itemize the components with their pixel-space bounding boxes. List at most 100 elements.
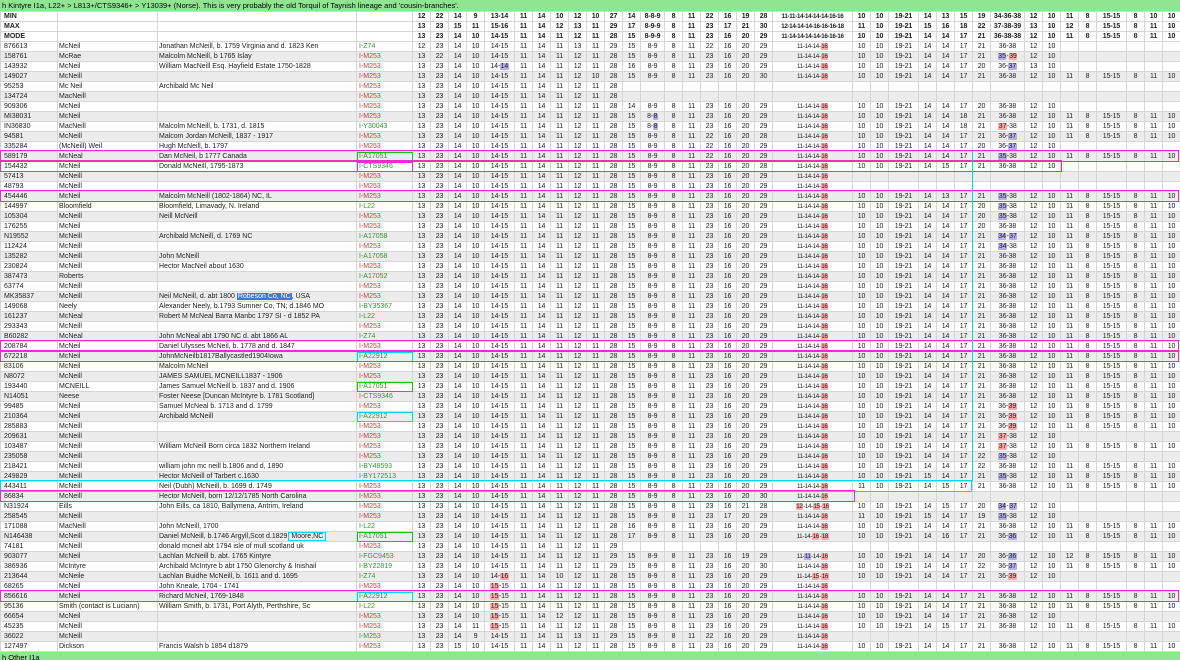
marker-value: 29 <box>755 242 773 252</box>
marker-value: 14 <box>937 232 955 242</box>
marker-value: 10 <box>467 272 485 282</box>
marker-value: 19-21 <box>889 332 919 342</box>
marker-value: 23 <box>431 32 449 42</box>
marker-value: 12 <box>569 212 587 222</box>
marker-value: 14 <box>533 572 551 582</box>
marker-value: 11-14-14-16 <box>773 462 853 472</box>
marker-value: 13 <box>413 32 431 42</box>
marker-value: 11 <box>1145 212 1163 222</box>
marker-value: 8 <box>665 402 683 412</box>
marker-value: 11 <box>683 572 701 582</box>
marker-value: 11 <box>1145 402 1163 412</box>
marker-value: 17 <box>955 162 973 172</box>
marker-value: 12-14-14-14-16-16-16-18 <box>773 22 853 32</box>
table-row: MODE1323141014-15111411121128158-9-98112… <box>1 32 1180 42</box>
marker-segment: 16 <box>821 493 828 500</box>
marker-segment: 39 <box>1008 423 1017 430</box>
marker-value: 12 <box>569 352 587 362</box>
marker-value: 10 <box>1163 592 1180 602</box>
marker-value <box>773 542 853 552</box>
marker-value: 14 <box>449 332 467 342</box>
marker-value: 14-15 <box>485 332 515 342</box>
marker-value: 23 <box>701 52 719 62</box>
marker-value <box>1145 512 1163 522</box>
marker-value: 11-11-14-14-14-14-16-16 <box>773 12 853 22</box>
cell <box>357 12 413 22</box>
marker-value: 14 <box>533 442 551 452</box>
selected-text[interactable]: Robeson Co, NC <box>237 293 292 300</box>
marker-value: 10 <box>1043 372 1061 382</box>
marker-value <box>665 542 683 552</box>
marker-value: 8 <box>1079 292 1097 302</box>
marker-value: 11 <box>551 382 569 392</box>
marker-value: 11-14-14-16 <box>773 262 853 272</box>
marker-value: 8 <box>665 262 683 272</box>
marker-value: 13 <box>413 412 431 422</box>
marker-value: 14 <box>937 402 955 412</box>
marker-value: 12 <box>1025 122 1043 132</box>
table-row: 48793McNeillI-M2531323141014-15111411121… <box>1 182 1180 192</box>
marker-value: 8 <box>1079 342 1097 352</box>
marker-value: 10 <box>871 112 889 122</box>
marker-value: 8 <box>1127 392 1145 402</box>
haplogroup: I-M253 <box>357 192 413 202</box>
marker-value: 11 <box>683 402 701 412</box>
marker-value: 10 <box>1043 502 1061 512</box>
marker-value: 10 <box>467 572 485 582</box>
marker-value: 10 <box>1043 52 1061 62</box>
marker-segment: 34 <box>998 503 1007 510</box>
table-row: 143932McNeilWilliam MacNeill Esq. Hayfie… <box>1 62 1180 72</box>
marker-value: 10 <box>1163 562 1180 572</box>
marker-value: 14-15 <box>485 162 515 172</box>
marker-segment: 16 <box>812 533 819 540</box>
marker-value: 36-36 <box>991 552 1025 562</box>
marker-value: 8-9 <box>641 312 665 322</box>
marker-value: 12 <box>1025 102 1043 112</box>
marker-value: 20 <box>737 402 755 412</box>
marker-value: 8 <box>1127 122 1145 132</box>
haplogroup: I-M253 <box>357 502 413 512</box>
marker-value: 21 <box>973 242 991 252</box>
marker-segment: 16 <box>821 363 828 370</box>
marker-value: 20 <box>737 202 755 212</box>
marker-value: 11-14-14-16 <box>773 372 853 382</box>
marker-value <box>1025 582 1043 592</box>
marker-value: 20 <box>973 202 991 212</box>
marker-value: 12 <box>1025 312 1043 322</box>
marker-value: 10 <box>1163 262 1180 272</box>
marker-value: 17 <box>955 342 973 352</box>
marker-value: 11 <box>683 112 701 122</box>
marker-value: 11 <box>683 102 701 112</box>
ancestor-name: John McNeill <box>158 252 357 262</box>
ancestor-name: Donald McNeill, 1795-1873 <box>158 162 357 172</box>
marker-value: 15-15 <box>1097 522 1127 532</box>
marker-value: 23 <box>431 182 449 192</box>
marker-value: 15-15 <box>485 592 515 602</box>
marker-value: 21 <box>973 152 991 162</box>
marker-value: 10 <box>1043 312 1061 322</box>
haplogroup: I-M253 <box>357 82 413 92</box>
marker-value: 21 <box>973 402 991 412</box>
marker-segment: 16 <box>821 43 828 50</box>
table-row: 154432McNeilDonald McNeill, 1795-1873I-C… <box>1 162 1180 172</box>
marker-value: 23 <box>431 452 449 462</box>
marker-value: 19-21 <box>889 602 919 612</box>
marker-value: 29 <box>605 542 623 552</box>
marker-value: 10 <box>871 32 889 42</box>
kit-number: 144997 <box>1 202 58 212</box>
marker-value: 12 <box>1025 112 1043 122</box>
marker-value <box>755 82 773 92</box>
marker-value: 36-39 <box>991 412 1025 422</box>
marker-value: 14 <box>919 12 937 22</box>
marker-value: 8 <box>1127 212 1145 222</box>
marker-value: 28 <box>605 102 623 112</box>
marker-value: 16 <box>719 442 737 452</box>
kit-number: 258545 <box>1 512 58 522</box>
marker-value: 36-38 <box>991 322 1025 332</box>
table-row: 57413McNeillI-M2531323141014-15111411121… <box>1 172 1180 182</box>
marker-value: 20 <box>737 42 755 52</box>
marker-value: 10 <box>871 342 889 352</box>
marker-value: 13 <box>413 282 431 292</box>
marker-value <box>973 182 991 192</box>
marker-value: 12 <box>569 92 587 102</box>
